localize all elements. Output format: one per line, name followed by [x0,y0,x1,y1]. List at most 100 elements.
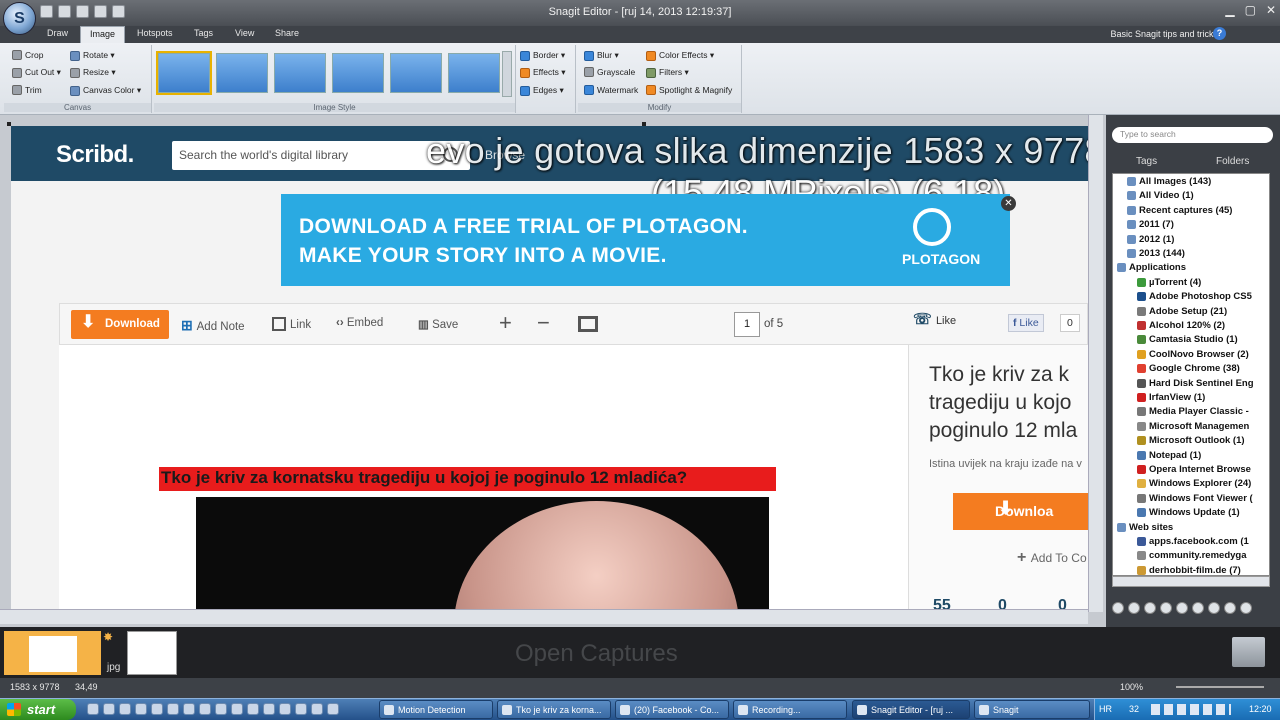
library-tree-item[interactable]: Windows Update (1) [1137,507,1240,518]
library-tree-item[interactable]: Adobe Setup (21) [1137,306,1227,317]
zoom-slider[interactable] [1176,686,1264,688]
tab-draw[interactable]: Draw [47,28,68,38]
app-icon[interactable] [215,703,227,715]
app-icon[interactable] [199,703,211,715]
tab-share[interactable]: Share [275,28,299,38]
editor-canvas[interactable]: Scribd. Search the world's digital libra… [0,115,1106,627]
rotate-button[interactable]: Rotate ▾ [70,50,115,61]
library-tree-item[interactable]: 2013 (144) [1127,248,1185,259]
taskbar-button[interactable]: Recording... [733,700,847,719]
edges-button[interactable]: Edges ▾ [520,85,564,96]
app-icon[interactable] [295,703,307,715]
canvas-vertical-scrollbar[interactable] [1088,115,1103,612]
library-action-icon[interactable] [1192,602,1204,614]
grayscale-button[interactable]: Grayscale [584,67,635,77]
style-thumb[interactable] [156,51,212,95]
spotlight-magnify-button[interactable]: Spotlight & Magnify [646,85,732,95]
library-tree-item[interactable]: All Video (1) [1127,190,1194,201]
library-action-icon[interactable] [1240,602,1252,614]
library-tree-item[interactable]: Notepad (1) [1137,450,1201,461]
app-icon[interactable] [231,703,243,715]
canvas-color-button[interactable]: Canvas Color ▾ [70,85,141,96]
app-icon[interactable] [311,703,323,715]
snagit-orb-button[interactable]: S [3,2,36,35]
app-icon[interactable] [247,703,259,715]
library-tree-item[interactable]: Adobe Photoshop CS5 [1137,291,1252,302]
library-action-icon[interactable] [1160,602,1172,614]
library-tree-item[interactable]: CoolNovo Browser (2) [1137,349,1249,360]
app-icon[interactable] [87,703,99,715]
library-action-icon[interactable] [1176,602,1188,614]
tray-icons[interactable] [1151,704,1231,715]
tab-view[interactable]: View [235,28,254,38]
library-tree-item[interactable]: apps.facebook.com (1 [1137,536,1249,547]
library-tree-item[interactable]: All Images (143) [1127,176,1211,187]
app-icon[interactable] [119,703,131,715]
taskbar-button-active[interactable]: Snagit Editor - [ruj ... [852,700,970,719]
border-button[interactable]: Border ▾ [520,50,565,61]
blur-button[interactable]: Blur ▾ [584,50,619,61]
library-tree-item[interactable]: Windows Font Viewer ( [1137,493,1253,504]
trim-button[interactable]: Trim [12,85,42,95]
maximize-icon[interactable]: ▢ [1245,3,1256,17]
library-action-icon[interactable] [1144,602,1156,614]
style-thumb[interactable] [390,53,442,93]
library-horizontal-scrollbar[interactable] [1112,576,1270,587]
library-tree-item[interactable]: Hard Disk Sentinel Eng [1137,378,1254,389]
tab-tags[interactable]: Tags [1136,156,1157,167]
style-thumb[interactable] [274,53,326,93]
tab-folders[interactable]: Folders [1216,156,1249,167]
capture-thumbnail[interactable] [127,631,177,675]
effects-button[interactable]: Effects ▾ [520,67,565,78]
start-button[interactable]: start [0,699,76,720]
app-icon[interactable] [327,703,339,715]
app-icon[interactable] [183,703,195,715]
style-gallery-scroll[interactable] [502,51,512,97]
taskbar-button[interactable]: Tko je kriv za korna... [497,700,611,719]
tips-link[interactable]: Basic Snagit tips and tricks [1110,29,1218,39]
help-icon[interactable]: ? [1213,27,1226,40]
library-tree-item[interactable]: Microsoft Managemen [1137,421,1249,432]
style-thumb[interactable] [448,53,500,93]
app-icon[interactable] [151,703,163,715]
library-tree-item[interactable]: community.remedyga [1137,550,1247,561]
library-tree-item[interactable]: Windows Explorer (24) [1137,478,1251,489]
library-tree-item[interactable]: Recent captures (45) [1127,205,1232,216]
library-tree-item[interactable]: µTorrent (4) [1137,277,1201,288]
taskbar-button[interactable]: Motion Detection [379,700,493,719]
library-tree-item[interactable]: 2011 (7) [1127,219,1174,230]
language-indicator[interactable]: HR [1099,704,1112,714]
library-action-icon[interactable] [1128,602,1140,614]
library-tree-item[interactable]: Media Player Classic - [1137,406,1249,417]
tab-hotspots[interactable]: Hotspots [137,28,173,38]
taskbar-button[interactable]: Snagit [974,700,1090,719]
library-action-icon[interactable] [1112,602,1124,614]
app-icon[interactable] [135,703,147,715]
library-tree-item[interactable]: Camtasia Studio (1) [1137,334,1238,345]
tab-tags[interactable]: Tags [194,28,213,38]
library-tree-item[interactable]: Opera Internet Browse [1137,464,1251,475]
library-search-input[interactable]: Type to search [1112,127,1273,143]
library-tree-item[interactable]: Applications [1117,262,1186,273]
filters-button[interactable]: Filters ▾ [646,67,689,78]
library-tree-item[interactable]: Alcohol 120% (2) [1137,320,1225,331]
taskbar-button[interactable]: (20) Facebook - Co... [615,700,729,719]
watermark-button[interactable]: Watermark [584,85,638,95]
color-effects-button[interactable]: Color Effects ▾ [646,50,714,61]
library-tree-item[interactable]: derhobbit-film.de (7) [1137,565,1241,575]
library-tree-item[interactable]: Web sites [1117,522,1173,533]
cut-out-button[interactable]: Cut Out ▾ [12,67,61,78]
canvas-horizontal-scrollbar[interactable] [0,609,1088,624]
captured-image[interactable]: Scribd. Search the world's digital libra… [11,126,1088,613]
app-icon[interactable] [167,703,179,715]
capture-thumbnail-selected[interactable] [4,631,101,675]
library-tree-item[interactable]: Google Chrome (38) [1137,363,1240,374]
crop-button[interactable]: Crop [12,50,43,60]
minimize-icon[interactable]: ▁ [1225,3,1234,17]
resize-button[interactable]: Resize ▾ [70,67,116,78]
library-tree-item[interactable]: 2012 (1) [1127,234,1174,245]
library-action-icon[interactable] [1224,602,1236,614]
tab-image[interactable]: Image [80,26,126,43]
library-action-icon[interactable] [1208,602,1220,614]
style-thumb[interactable] [332,53,384,93]
